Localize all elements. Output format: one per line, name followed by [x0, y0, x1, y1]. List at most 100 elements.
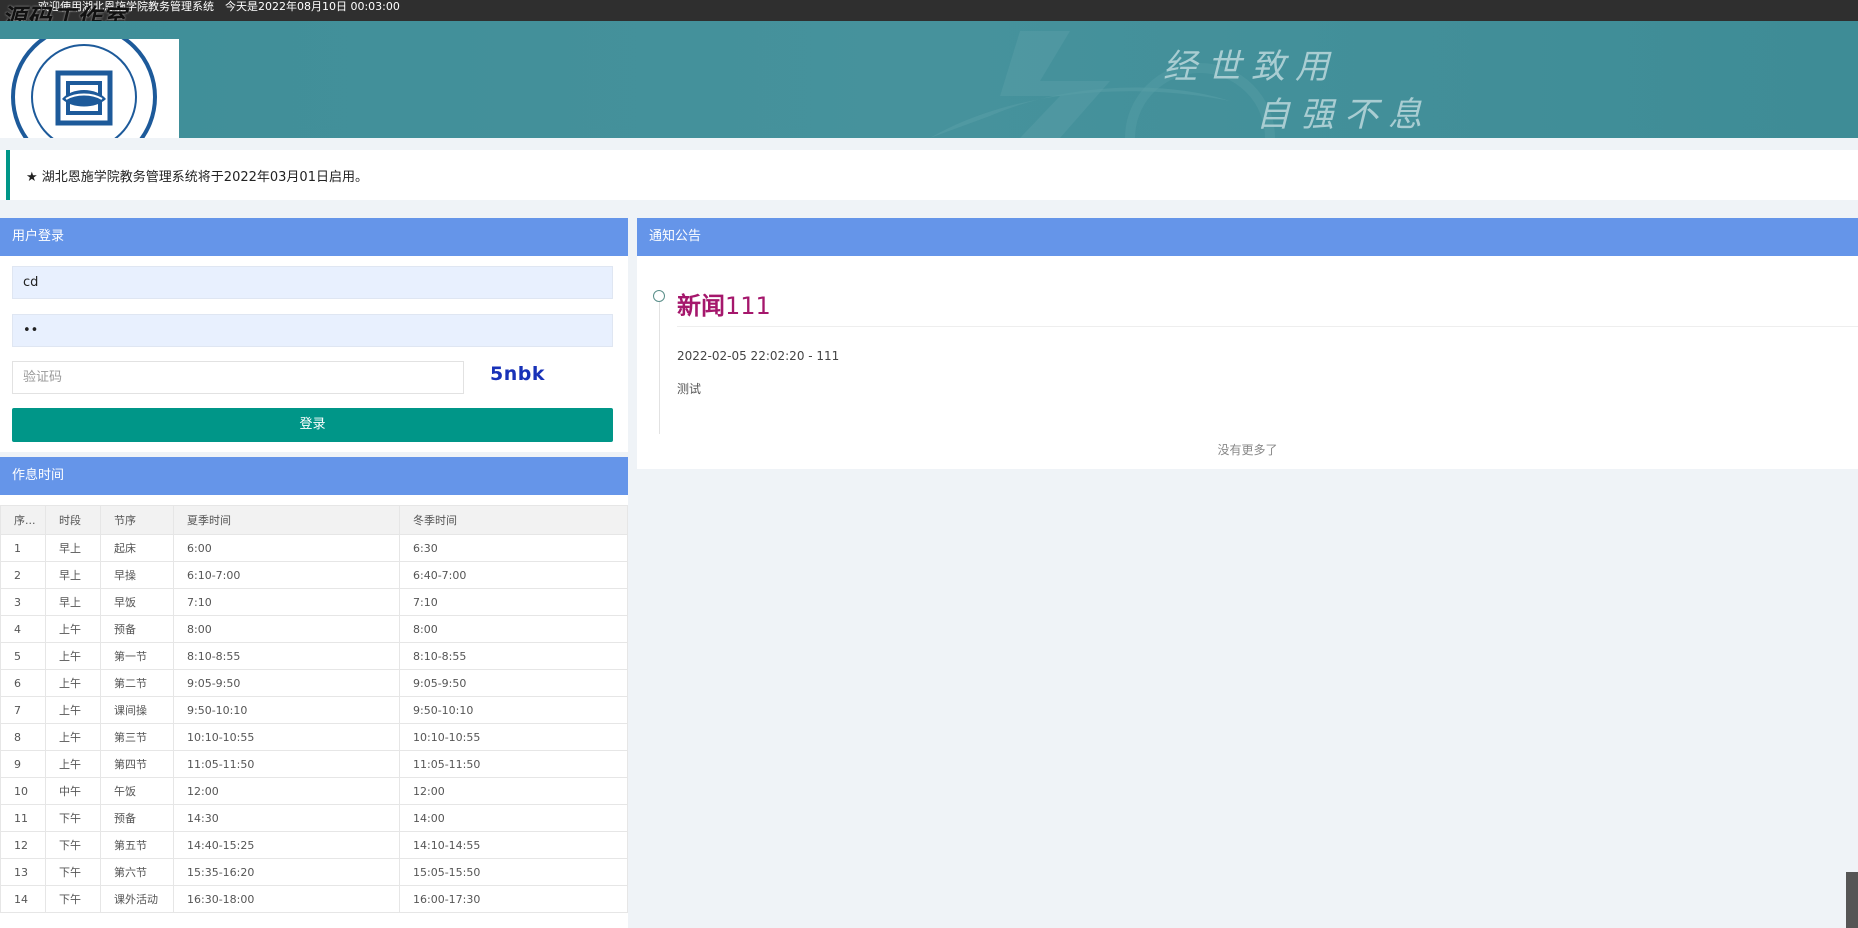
- column-header[interactable]: 夏季时间: [173, 505, 400, 535]
- table-cell: 课间操: [100, 696, 174, 724]
- table-cell: 16:30-18:00: [173, 885, 400, 913]
- table-row[interactable]: 13 下午 第六节 15:35-16:20 15:05-15:50: [0, 858, 628, 886]
- divider: [677, 326, 1858, 327]
- page-scrollbar[interactable]: [1846, 872, 1858, 928]
- notice-accent-bar: [6, 150, 10, 200]
- table-row[interactable]: 6 上午 第二节 9:05-9:50 9:05-9:50: [0, 669, 628, 697]
- no-more-text: 没有更多了: [1217, 443, 1278, 457]
- news-item-meta: 2022-02-05 22:02:20 - 111: [677, 349, 840, 363]
- table-cell: 14:40-15:25: [173, 831, 400, 859]
- table-cell: 12:00: [399, 777, 628, 805]
- table-cell: 4: [0, 615, 46, 643]
- table-cell: 第六节: [100, 858, 174, 886]
- table-cell: 8:10-8:55: [399, 642, 628, 670]
- table-cell: 6:00: [173, 534, 400, 562]
- table-cell: 下午: [45, 858, 101, 886]
- table-row[interactable]: 14 下午 课外活动 16:30-18:00 16:00-17:30: [0, 885, 628, 913]
- table-cell: 上午: [45, 723, 101, 751]
- table-row[interactable]: 2 早上 早操 6:10-7:00 6:40-7:00: [0, 561, 628, 589]
- table-cell: 下午: [45, 885, 101, 913]
- column-header[interactable]: 序...: [0, 505, 46, 535]
- password-input[interactable]: ••: [12, 314, 613, 347]
- table-cell: 预备: [100, 804, 174, 832]
- table-cell: 5: [0, 642, 46, 670]
- table-row[interactable]: 4 上午 预备 8:00 8:00: [0, 615, 628, 643]
- table-row[interactable]: 8 上午 第三节 10:10-10:55 10:10-10:55: [0, 723, 628, 751]
- table-cell: 7: [0, 696, 46, 724]
- table-row[interactable]: 5 上午 第一节 8:10-8:55 8:10-8:55: [0, 642, 628, 670]
- captcha-input[interactable]: 验证码: [12, 361, 464, 394]
- table-cell: 8:00: [173, 615, 400, 643]
- news-panel-title: 通知公告: [637, 218, 1858, 256]
- table-cell: 15:05-15:50: [399, 858, 628, 886]
- table-row[interactable]: 10 中午 午饭 12:00 12:00: [0, 777, 628, 805]
- table-cell: 上午: [45, 696, 101, 724]
- table-cell: 6: [0, 669, 46, 697]
- table-cell: 10: [0, 777, 46, 805]
- table-cell: 9:50-10:10: [399, 696, 628, 724]
- table-cell: 上午: [45, 669, 101, 697]
- table-cell: 1: [0, 534, 46, 562]
- table-row[interactable]: 11 下午 预备 14:30 14:00: [0, 804, 628, 832]
- table-row[interactable]: 12 下午 第五节 14:40-15:25 14:10-14:55: [0, 831, 628, 859]
- table-cell: 9:05-9:50: [399, 669, 628, 697]
- notice-message: 湖北恩施学院教务管理系统将于2022年03月01日启用。: [41, 170, 368, 185]
- table-header-row: 序... 时段 节序 夏季时间 冬季时间: [0, 505, 628, 535]
- table-cell: 14:10-14:55: [399, 831, 628, 859]
- school-emblem-icon: [11, 24, 157, 138]
- login-panel-title: 用户登录: [0, 218, 628, 256]
- table-cell: 8:00: [399, 615, 628, 643]
- table-cell: 第四节: [100, 750, 174, 778]
- username-input[interactable]: cd: [12, 266, 613, 299]
- news-panel: 通知公告 新闻111 2022-02-05 22:02:20 - 111 测试 …: [637, 218, 1858, 469]
- timeline-dot-icon: [653, 290, 665, 302]
- news-item-body: 测试: [677, 382, 702, 396]
- table-cell: 12: [0, 831, 46, 859]
- top-bar: 欢迎使用湖北恩施学院教务管理系统 今天是2022年08月10日 00:03:00: [0, 0, 1858, 21]
- news-item-title[interactable]: 新闻111: [677, 286, 771, 321]
- table-cell: 早上: [45, 588, 101, 616]
- table-row[interactable]: 1 早上 起床 6:00 6:30: [0, 534, 628, 562]
- news-title-text: 新闻: [677, 292, 725, 320]
- table-cell: 早操: [100, 561, 174, 589]
- table-cell: 9: [0, 750, 46, 778]
- table-cell: 第二节: [100, 669, 174, 697]
- table-cell: 11:05-11:50: [173, 750, 400, 778]
- table-cell: 预备: [100, 615, 174, 643]
- timeline-line: [659, 296, 660, 434]
- table-cell: 9:05-9:50: [173, 669, 400, 697]
- table-cell: 早上: [45, 561, 101, 589]
- table-cell: 第一节: [100, 642, 174, 670]
- table-cell: 课外活动: [100, 885, 174, 913]
- table-cell: 11: [0, 804, 46, 832]
- table-row[interactable]: 7 上午 课间操 9:50-10:10 9:50-10:10: [0, 696, 628, 724]
- column-header[interactable]: 时段: [45, 505, 101, 535]
- table-cell: 7:10: [399, 588, 628, 616]
- table-cell: 6:10-7:00: [173, 561, 400, 589]
- table-cell: 7:10: [173, 588, 400, 616]
- captcha-image[interactable]: 5nbk: [490, 363, 545, 385]
- notice-text: ★ 湖北恩施学院教务管理系统将于2022年03月01日启用。: [26, 166, 368, 185]
- table-row[interactable]: 3 早上 早饭 7:10 7:10: [0, 588, 628, 616]
- table-cell: 上午: [45, 750, 101, 778]
- header-banner: 经世致用 自强不息: [0, 21, 1858, 138]
- table-cell: 早饭: [100, 588, 174, 616]
- column-header[interactable]: 节序: [100, 505, 174, 535]
- schedule-panel-title: 作息时间: [0, 457, 628, 495]
- table-cell: 3: [0, 588, 46, 616]
- table-cell: 上午: [45, 642, 101, 670]
- table-cell: 14:00: [399, 804, 628, 832]
- table-row[interactable]: 9 上午 第四节 11:05-11:50 11:05-11:50: [0, 750, 628, 778]
- table-cell: 8: [0, 723, 46, 751]
- table-cell: 下午: [45, 804, 101, 832]
- table-cell: 午饭: [100, 777, 174, 805]
- login-button[interactable]: 登录: [12, 408, 613, 442]
- school-logo: [0, 24, 179, 138]
- schedule-panel: 作息时间 序... 时段 节序 夏季时间 冬季时间 1 早上 起床 6:00 6:30 2…: [0, 457, 628, 928]
- column-header[interactable]: 冬季时间: [399, 505, 628, 535]
- table-cell: 第三节: [100, 723, 174, 751]
- table-cell: 14: [0, 885, 46, 913]
- news-title-number: 111: [725, 292, 771, 320]
- table-cell: 上午: [45, 615, 101, 643]
- motto-line-1: 经世致用: [1163, 47, 1339, 87]
